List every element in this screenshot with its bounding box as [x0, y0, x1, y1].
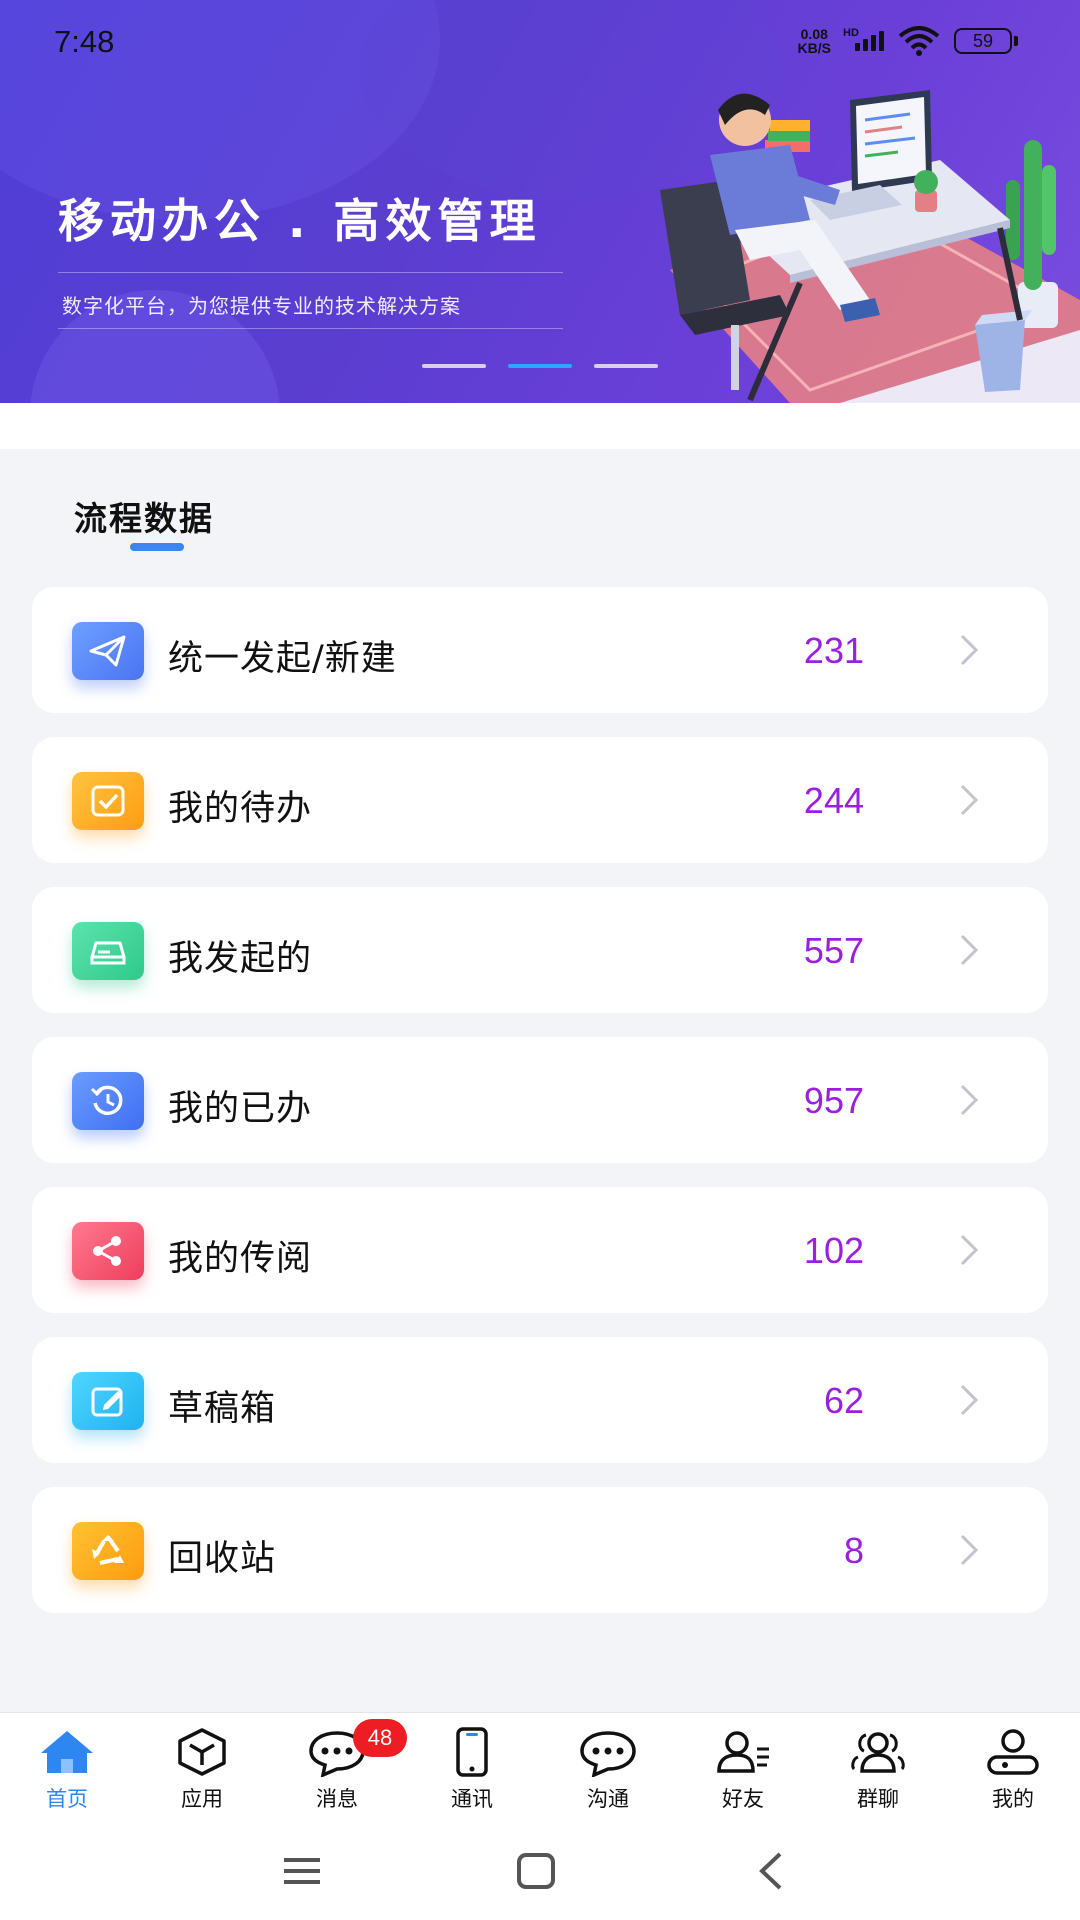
section-title-underline	[130, 543, 184, 551]
tab-friends[interactable]: 好友	[683, 1713, 803, 1823]
list-item-label: 我的传阅	[168, 1239, 313, 1279]
network-speed: 0.08 KB/S	[798, 27, 831, 55]
carousel-indicator[interactable]	[422, 364, 658, 368]
bottom-tab-bar: 首页 应用 48 消息 通讯 沟通 好友 群聊 我的	[0, 1712, 1080, 1822]
tab-label: 应用	[181, 1787, 223, 1811]
paper-plane-icon	[72, 622, 144, 680]
chevron-right-icon	[960, 1534, 979, 1566]
status-time: 7:48	[54, 24, 115, 59]
spacer	[0, 403, 1080, 449]
list-item-count: 8	[843, 1530, 864, 1571]
bubble-icon	[580, 1731, 636, 1777]
chevron-right-icon	[960, 784, 979, 816]
list-item-unified-create[interactable]: 统一发起/新建 231	[32, 587, 1048, 713]
office-illustration	[660, 90, 1080, 403]
tab-label: 群聊	[857, 1787, 899, 1811]
tab-label: 沟通	[587, 1787, 629, 1811]
profile-icon	[987, 1729, 1039, 1775]
list-item-label: 我的已办	[168, 1089, 313, 1129]
process-list: 统一发起/新建 231 我的待办 244 我发起的 557 我的已办 957 我…	[32, 587, 1048, 1637]
list-item-label: 我发起的	[168, 939, 313, 979]
group-icon	[851, 1732, 905, 1773]
tab-label: 通讯	[451, 1787, 493, 1811]
cell-signal-icon: HD	[843, 27, 884, 51]
list-item-my-todo[interactable]: 我的待办 244	[32, 737, 1048, 863]
list-item-count: 102	[803, 1230, 864, 1271]
list-item-my-done[interactable]: 我的已办 957	[32, 1037, 1048, 1163]
tab-label: 好友	[722, 1787, 764, 1811]
divider	[58, 272, 563, 273]
chevron-right-icon	[960, 1384, 979, 1416]
tab-messages[interactable]: 48 消息	[277, 1713, 407, 1823]
tab-home[interactable]: 首页	[7, 1713, 127, 1823]
list-item-count: 957	[803, 1080, 864, 1121]
list-item-recycle-bin[interactable]: 回收站 8	[32, 1487, 1048, 1613]
phone-icon	[456, 1727, 488, 1777]
list-item-label: 草稿箱	[168, 1389, 277, 1429]
divider	[58, 328, 563, 329]
chevron-right-icon	[960, 934, 979, 966]
list-item-label: 我的待办	[168, 789, 313, 829]
chevron-right-icon	[960, 1084, 979, 1116]
list-item-count: 244	[803, 780, 864, 821]
system-navigation-bar	[0, 1822, 1080, 1920]
check-box-icon	[72, 772, 144, 830]
list-item-label: 回收站	[168, 1539, 277, 1579]
status-icons: 0.08 KB/S HD 59	[798, 26, 1018, 56]
tab-communicate[interactable]: 沟通	[548, 1713, 668, 1823]
tab-label: 消息	[316, 1787, 358, 1811]
wifi-icon	[898, 26, 940, 56]
drive-icon	[72, 922, 144, 980]
chevron-right-icon	[960, 634, 979, 666]
list-item-label: 统一发起/新建	[168, 639, 397, 679]
history-icon	[72, 1072, 144, 1130]
menu-icon[interactable]	[272, 1846, 332, 1896]
chevron-right-icon	[960, 1234, 979, 1266]
hd-label: HD	[843, 27, 859, 39]
back-icon[interactable]	[742, 1846, 802, 1896]
edit-icon	[72, 1372, 144, 1430]
banner[interactable]: 7:48 0.08 KB/S HD 59 移动办公 . 高效管理 数字化平台，为…	[0, 0, 1080, 403]
banner-title: 移动办公 . 高效管理	[58, 194, 542, 248]
tab-label: 我的	[992, 1787, 1034, 1811]
tab-apps[interactable]: 应用	[142, 1713, 262, 1823]
list-item-count: 62	[823, 1380, 864, 1421]
network-speed-unit: KB/S	[797, 40, 831, 56]
list-item-count: 557	[803, 930, 864, 971]
banner-subtitle: 数字化平台，为您提供专业的技术解决方案	[62, 294, 461, 318]
carousel-dot[interactable]	[422, 364, 486, 368]
tab-me[interactable]: 我的	[953, 1713, 1073, 1823]
tab-contacts[interactable]: 通讯	[412, 1713, 532, 1823]
list-item-my-initiated[interactable]: 我发起的 557	[32, 887, 1048, 1013]
list-item-drafts[interactable]: 草稿箱 62	[32, 1337, 1048, 1463]
network-speed-value: 0.08	[800, 26, 828, 42]
list-item-my-circulation[interactable]: 我的传阅 102	[32, 1187, 1048, 1313]
carousel-dot-active[interactable]	[508, 364, 572, 368]
battery-icon: 59	[954, 28, 1018, 54]
tab-group-chat[interactable]: 群聊	[818, 1713, 938, 1823]
section-title: 流程数据	[74, 499, 214, 538]
home-button-icon[interactable]	[506, 1846, 566, 1896]
home-icon	[41, 1731, 93, 1773]
tab-label: 首页	[46, 1787, 88, 1811]
recycle-icon	[72, 1522, 144, 1580]
friend-icon	[717, 1731, 769, 1773]
unread-badge: 48	[353, 1719, 407, 1757]
list-item-count: 231	[803, 630, 864, 671]
share-icon	[72, 1222, 144, 1280]
cube-icon	[178, 1728, 226, 1776]
battery-level: 59	[954, 28, 1012, 54]
